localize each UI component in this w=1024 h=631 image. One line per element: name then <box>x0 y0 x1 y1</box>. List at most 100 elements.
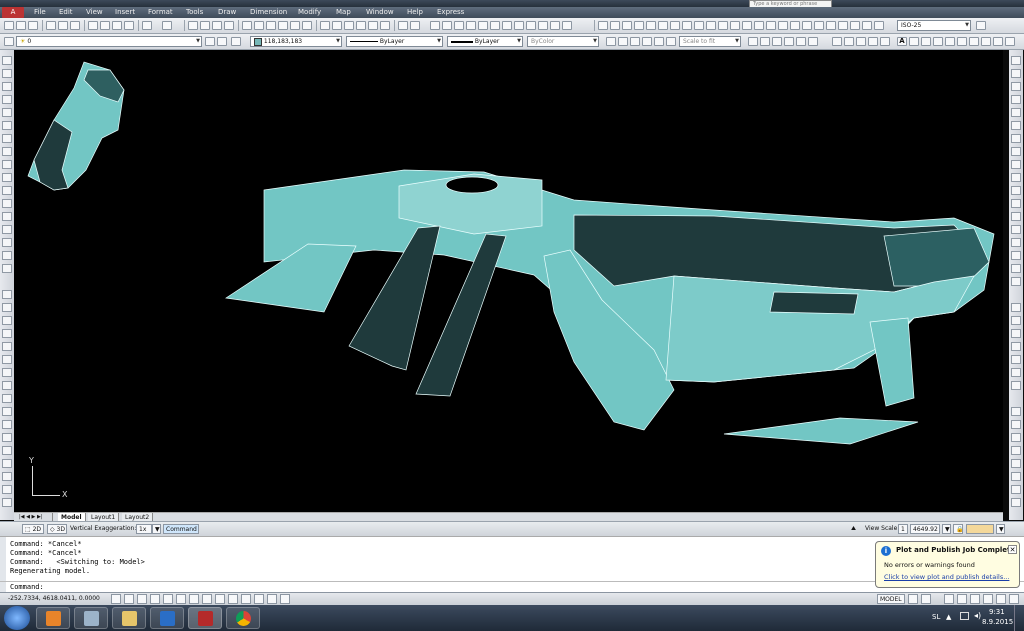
isolate-icon[interactable] <box>630 37 640 46</box>
taskbar-explorer[interactable] <box>112 607 146 629</box>
jogged-linear-icon[interactable] <box>790 21 800 30</box>
view-scale-number[interactable]: 4649.92 <box>910 524 940 534</box>
surface-icon[interactable] <box>398 21 408 30</box>
color-combo[interactable]: 118,183,183 ▼ <box>250 36 342 47</box>
map-view-tools[interactable] <box>966 524 994 534</box>
polyline-icon[interactable] <box>2 316 12 325</box>
scale-combo[interactable]: Scale to fit ▼ <box>679 36 741 47</box>
model-space-button[interactable]: MODEL <box>877 594 905 604</box>
aligned-dim-icon[interactable] <box>610 21 620 30</box>
extend-icon[interactable] <box>2 186 12 195</box>
app-menu-button[interactable]: A <box>2 7 24 18</box>
match-properties-icon[interactable] <box>124 21 134 30</box>
transparency-toggle[interactable] <box>241 594 251 604</box>
insert-block-icon[interactable] <box>2 433 12 442</box>
spell-check-icon[interactable] <box>933 37 943 46</box>
map-layer-icon[interactable] <box>332 21 342 30</box>
dim-reassociate-icon[interactable] <box>874 21 884 30</box>
express-draw-icon[interactable] <box>490 21 500 30</box>
new-icon[interactable] <box>4 21 14 30</box>
otrack-toggle[interactable] <box>189 594 199 604</box>
open-icon[interactable] <box>16 21 26 30</box>
ellipse-icon[interactable] <box>2 407 12 416</box>
snap-midpoint-icon[interactable] <box>1011 95 1021 104</box>
properties-icon[interactable] <box>242 21 252 30</box>
layer-state-icon[interactable] <box>231 37 241 46</box>
dim-style-icon[interactable] <box>838 21 848 30</box>
center-mark-icon[interactable] <box>766 21 776 30</box>
mirror-icon[interactable] <box>2 82 12 91</box>
block-attribute-icon[interactable] <box>1011 381 1021 390</box>
clean-screen-icon[interactable] <box>1009 594 1019 604</box>
toolbar-lock-icon[interactable] <box>957 594 967 604</box>
menu-modify[interactable]: Modify <box>298 7 321 18</box>
move-icon[interactable] <box>2 121 12 130</box>
start-button[interactable] <box>4 606 30 630</box>
view-scale-dropdown[interactable]: ▼ <box>942 524 951 534</box>
layer-combo[interactable]: ☀ 0 ▼ <box>16 36 202 47</box>
status-menu-icon[interactable] <box>996 594 1006 604</box>
express-dimension-icon[interactable] <box>550 21 560 30</box>
stretch-icon[interactable] <box>2 160 12 169</box>
cut-icon[interactable] <box>88 21 98 30</box>
view-cube-icon[interactable] <box>1011 498 1021 507</box>
viewport-icon[interactable] <box>666 37 676 46</box>
network-icon[interactable] <box>960 612 969 620</box>
command-line-button[interactable]: Command <box>163 524 199 534</box>
vertical-exaggeration-value[interactable]: 1x <box>136 524 152 534</box>
language-indicator[interactable]: SL <box>932 613 940 621</box>
view-orbit-icon[interactable] <box>1011 459 1021 468</box>
menu-help[interactable]: Help <box>407 7 423 18</box>
menu-edit[interactable]: Edit <box>59 7 73 18</box>
inspection-icon[interactable] <box>778 21 788 30</box>
make-current-layer-icon[interactable] <box>205 37 215 46</box>
express-tools-icon[interactable] <box>526 21 536 30</box>
express-file-icon[interactable] <box>502 21 512 30</box>
snap-node-icon[interactable] <box>1011 225 1021 234</box>
snap-perpendicular-icon[interactable] <box>1011 186 1021 195</box>
snap-from-icon[interactable] <box>1011 69 1021 78</box>
snap-nearest-icon[interactable] <box>1011 238 1021 247</box>
view-camera-icon[interactable] <box>1011 446 1021 455</box>
quick-properties-toggle[interactable] <box>254 594 264 604</box>
text-style-icon[interactable] <box>748 37 758 46</box>
menu-format[interactable]: Format <box>148 7 173 18</box>
snap-apparent-icon[interactable] <box>1011 121 1021 130</box>
dyn-toggle[interactable] <box>215 594 225 604</box>
drawing-viewport[interactable]: Y X <box>14 50 1003 512</box>
rotate-icon[interactable] <box>2 134 12 143</box>
plot-preview-icon[interactable] <box>58 21 68 30</box>
snap-parallel-icon[interactable] <box>1011 199 1021 208</box>
view-fly-icon[interactable] <box>1011 485 1021 494</box>
save-icon[interactable] <box>28 21 38 30</box>
break-icon[interactable] <box>2 199 12 208</box>
copy-icon[interactable] <box>100 21 110 30</box>
show-desktop-button[interactable] <box>1014 605 1024 631</box>
map-import-icon[interactable] <box>380 21 390 30</box>
baseline-icon[interactable] <box>706 21 716 30</box>
notification-link[interactable]: Click to view plot and publish details..… <box>884 573 1009 581</box>
copy-object-icon[interactable] <box>2 69 12 78</box>
tolerance-icon[interactable] <box>754 21 764 30</box>
array-icon[interactable] <box>2 108 12 117</box>
attribute-edit-icon[interactable] <box>1011 368 1021 377</box>
quick-view-drawings-icon[interactable] <box>921 594 931 604</box>
map-status-dropdown[interactable]: ▼ <box>996 524 1005 534</box>
contour-icon[interactable] <box>410 21 420 30</box>
region-icon[interactable] <box>2 498 12 507</box>
pan-icon[interactable] <box>188 21 198 30</box>
draworder-front-icon[interactable] <box>1011 303 1021 312</box>
annotation-monitor-toggle[interactable] <box>280 594 290 604</box>
menu-window[interactable]: Window <box>366 7 394 18</box>
design-center-icon[interactable] <box>254 21 264 30</box>
calculator-icon[interactable] <box>302 21 312 30</box>
multileader-icon[interactable] <box>760 37 770 46</box>
zoom-window-icon[interactable] <box>212 21 222 30</box>
grid-toggle[interactable] <box>124 594 134 604</box>
erase-icon[interactable] <box>2 56 12 65</box>
menu-tools[interactable]: Tools <box>186 7 203 18</box>
paste-icon[interactable] <box>112 21 122 30</box>
ducs-toggle[interactable] <box>202 594 212 604</box>
find-text-icon[interactable] <box>921 37 931 46</box>
magnet-icon[interactable] <box>1011 277 1021 286</box>
